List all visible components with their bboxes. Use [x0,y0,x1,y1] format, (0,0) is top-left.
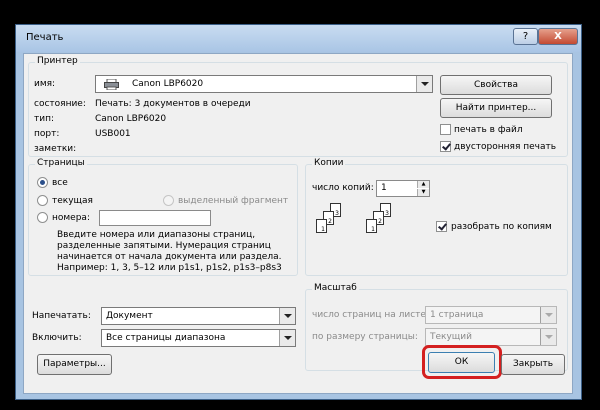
ok-button[interactable]: ОК [428,352,495,373]
pages-hint-line-4: Например: 1, 3, 5–12 или p1s1, p1s2, p1s… [57,263,282,273]
collate-label: разобрать по копиям [451,222,552,232]
help-button[interactable]: ? [513,28,538,45]
options-button[interactable]: Параметры... [37,354,112,375]
pages-numbers-radio[interactable] [37,212,48,223]
include-label: Включить: [32,333,82,343]
chevron-down-icon[interactable] [279,330,295,346]
zoom-group-title: Масштаб [312,283,359,293]
duplex-label: двусторонняя печать [454,142,557,152]
chevron-down-icon[interactable] [540,307,556,323]
copies-count-label: число копий: [312,183,374,193]
pages-group: Страницы все текущая выделенный фрагмент… [28,158,298,276]
pages-current-radio[interactable] [37,195,48,206]
close-button[interactable]: Закрыть [501,354,565,375]
duplex-checkbox[interactable] [440,141,451,152]
scale-to-paper-combo[interactable]: Текущий [425,328,557,346]
scale-to-paper-label: по размеру страницы: [312,332,418,342]
pages-per-sheet-value: 1 страница [430,310,484,320]
print-what-value: Документ [106,311,153,321]
pages-all-radio[interactable] [37,177,48,188]
window-title: Печать [26,32,64,43]
dialog-client: Принтер имя: Canon LBP6020 состояние: Пе… [23,53,573,394]
printer-name-combo[interactable]: Canon LBP6020 [95,75,433,93]
page-numbers-input[interactable] [99,210,211,226]
include-combo[interactable]: Все страницы диапазона [101,329,296,347]
pages-selection-label: выделенный фрагмент [178,196,289,206]
print-to-file-checkbox[interactable] [440,124,451,135]
print-what-label: Напечатать: [32,311,91,321]
pages-per-sheet-combo[interactable]: 1 страница [425,306,557,324]
print-dialog: Печать ? X Принтер имя: Canon LBP6020 со… [15,24,582,400]
pages-numbers-label: номера: [52,213,90,223]
properties-button[interactable]: Свойства [440,75,552,95]
pages-hint-line-2: разделенные запятыми. Нумерация страниц [57,241,271,251]
pages-all-label: все [52,178,68,188]
pages-hint-line-3: начинается от начала документа или разде… [57,252,282,262]
collate-pages-icon: 3 2 1 3 2 1 [316,203,416,253]
title-bar: Печать ? X [16,25,581,52]
status-value: Печать: 3 документов в очереди [95,99,251,109]
printer-name-value: Canon LBP6020 [132,79,204,89]
printer-icon [104,78,119,91]
pages-selection-radio[interactable] [163,195,174,206]
printer-group: Принтер имя: Canon LBP6020 состояние: Пе… [28,56,568,157]
printer-group-title: Принтер [35,56,80,66]
pages-per-sheet-label: число страниц на листе: [312,310,429,320]
print-to-file-label: печать в файл [454,125,523,135]
chevron-down-icon[interactable] [279,308,295,324]
type-label: тип: [34,114,55,124]
port-label: порт: [34,129,60,139]
notes-label: заметки: [34,144,77,154]
copies-group-title: Копии [312,158,346,168]
copies-group: Копии число копий: 1 ▲ ▼ 3 2 1 3 2 1 раз… [305,158,568,276]
type-value: Canon LBP6020 [95,114,167,124]
port-value: USB001 [95,129,131,139]
find-printer-button[interactable]: Найти принтер... [440,98,552,118]
chevron-down-icon[interactable] [416,76,432,92]
spin-up-icon[interactable]: ▲ [417,181,429,188]
print-what-combo[interactable]: Документ [101,307,296,325]
include-value: Все страницы диапазона [106,333,226,343]
chevron-down-icon[interactable] [540,329,556,345]
scale-to-paper-value: Текущий [430,332,472,342]
status-label: состояние: [34,99,86,109]
close-window-button[interactable]: X [538,28,578,45]
pages-hint-line-1: Введите номера или диапазоны страниц, [57,230,256,240]
pages-current-label: текущая [52,196,93,206]
copies-count-input[interactable]: 1 ▲ ▼ [376,180,430,197]
pages-group-title: Страницы [35,158,87,168]
spin-down-icon[interactable]: ▼ [417,189,429,196]
copies-count-value: 1 [381,183,387,193]
printer-name-label: имя: [34,79,56,89]
collate-checkbox[interactable] [436,221,447,232]
